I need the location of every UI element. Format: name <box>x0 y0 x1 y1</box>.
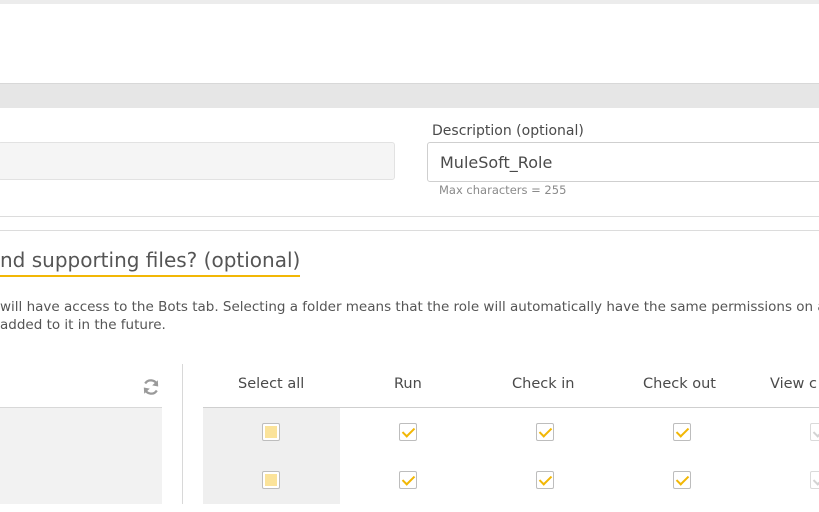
view-checkbox[interactable] <box>810 423 819 441</box>
select-all-checkbox[interactable] <box>262 471 280 489</box>
refresh-icon[interactable] <box>141 377 161 397</box>
check-in-checkbox[interactable] <box>536 423 554 441</box>
column-run: Run <box>394 376 422 392</box>
description-label: Description (optional) <box>432 123 584 139</box>
folder-tree-panel[interactable] <box>0 408 162 504</box>
check-out-checkbox[interactable] <box>673 471 691 489</box>
section-band <box>0 84 819 108</box>
column-select-all: Select all <box>238 376 305 392</box>
section-description-line1: will have access to the Bots tab. Select… <box>0 299 819 315</box>
column-view: View c <box>770 376 817 392</box>
view-checkbox[interactable] <box>810 471 819 489</box>
run-checkbox[interactable] <box>399 471 417 489</box>
column-check-in: Check in <box>512 376 575 392</box>
section-description: will have access to the Bots tab. Select… <box>0 298 819 334</box>
run-checkbox[interactable] <box>399 423 417 441</box>
column-check-out: Check out <box>643 376 716 392</box>
select-all-checkbox[interactable] <box>262 423 280 441</box>
description-input[interactable] <box>427 142 819 182</box>
check-out-checkbox[interactable] <box>673 423 691 441</box>
divider <box>0 216 819 217</box>
section-description-line2: added to it in the future. <box>0 317 166 333</box>
role-name-input[interactable] <box>0 142 395 180</box>
section-heading: nd supporting files? (optional) <box>0 248 301 277</box>
description-hint: Max characters = 255 <box>439 183 567 197</box>
divider <box>0 230 819 231</box>
panel-divider <box>182 364 183 504</box>
header-area <box>0 4 819 84</box>
check-in-checkbox[interactable] <box>536 471 554 489</box>
